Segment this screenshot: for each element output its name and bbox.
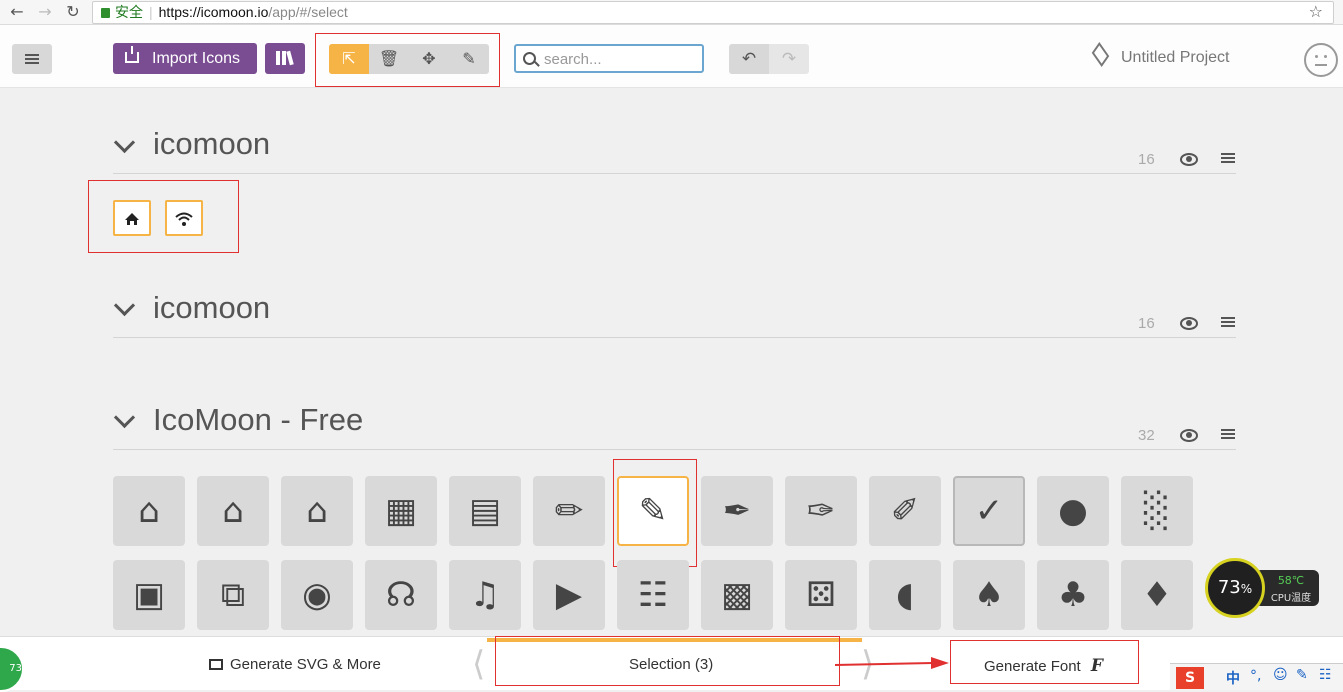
cpu-gauge: 73% bbox=[1205, 558, 1265, 618]
chevron-left-icon: ⟨ bbox=[472, 644, 486, 684]
home3-icon[interactable]: ⌂ bbox=[281, 476, 353, 546]
search-input[interactable] bbox=[544, 49, 694, 69]
set-divider bbox=[113, 337, 1236, 338]
eyedropper-icon[interactable]: ✓ bbox=[953, 476, 1025, 546]
cpu-temperature-widget: 58℃ CPU温度 73% bbox=[1205, 558, 1319, 618]
account-avatar-icon[interactable] bbox=[1304, 43, 1338, 77]
ime-keyboard-icon[interactable]: ☷ bbox=[1319, 667, 1332, 683]
set-icon-count: 16 bbox=[1138, 151, 1155, 168]
music-icon[interactable]: ♫ bbox=[449, 560, 521, 630]
collapse-chevron-icon[interactable] bbox=[113, 131, 136, 154]
set-menu-icon[interactable] bbox=[1221, 153, 1235, 165]
tray-badge-value: 73 bbox=[9, 663, 22, 674]
image-icon bbox=[209, 659, 223, 670]
ime-chinese-icon[interactable]: 中 bbox=[1226, 668, 1240, 688]
annotation-box-generate-font bbox=[950, 640, 1139, 684]
annotation-box-selection bbox=[495, 636, 840, 686]
headphones-icon[interactable]: ☊ bbox=[365, 560, 437, 630]
generate-svg-button[interactable]: Generate SVG & More bbox=[209, 656, 381, 673]
collapse-chevron-icon[interactable] bbox=[113, 406, 136, 429]
annotation-box-tools bbox=[315, 33, 500, 87]
spades-icon[interactable]: ♠ bbox=[953, 560, 1025, 630]
system-tray: S 中 °, ☺ ✎ ☷ bbox=[1170, 663, 1343, 690]
image-icon[interactable]: ▣ bbox=[113, 560, 185, 630]
undo-button[interactable]: ↶ bbox=[729, 44, 769, 74]
url-host: https://icomoon.io bbox=[158, 4, 269, 20]
droplet-icon[interactable]: ● bbox=[1037, 476, 1109, 546]
set-menu-icon[interactable] bbox=[1221, 317, 1235, 329]
blog-icon[interactable]: ✐ bbox=[869, 476, 941, 546]
security-label: 安全 bbox=[115, 4, 143, 20]
ime-logo-icon[interactable]: S bbox=[1176, 667, 1204, 689]
set-divider bbox=[113, 173, 1236, 174]
paint-format-icon[interactable]: ░ bbox=[1121, 476, 1193, 546]
ime-emoji-icon[interactable]: ☺ bbox=[1273, 667, 1288, 683]
import-icon bbox=[125, 46, 139, 63]
visibility-eye-icon[interactable] bbox=[1180, 429, 1198, 442]
annotation-arrow bbox=[834, 657, 949, 669]
diamonds-icon[interactable]: ♦ bbox=[1121, 560, 1193, 630]
cpu-temp: 58℃ bbox=[1277, 574, 1305, 587]
project-label: Untitled Project bbox=[1121, 49, 1230, 66]
search-icon bbox=[523, 52, 536, 65]
clubs-icon[interactable]: ♣ bbox=[1037, 560, 1109, 630]
quill-icon[interactable]: ✒ bbox=[701, 476, 773, 546]
search-box[interactable] bbox=[514, 44, 704, 73]
home-icon[interactable]: ⌂ bbox=[113, 476, 185, 546]
play-icon[interactable]: ▶ bbox=[533, 560, 605, 630]
ime-punct-icon[interactable]: °, bbox=[1250, 668, 1261, 684]
pen-icon[interactable]: ✑ bbox=[785, 476, 857, 546]
annotation-box-selected bbox=[88, 180, 239, 253]
set-menu-icon[interactable] bbox=[1221, 429, 1235, 441]
cpu-unit: % bbox=[1240, 582, 1253, 596]
url-separator: | bbox=[149, 4, 153, 20]
cpu-label: CPU温度 bbox=[1270, 593, 1312, 604]
set-icon-count: 16 bbox=[1138, 315, 1155, 332]
back-arrow-icon[interactable]: ← bbox=[8, 2, 26, 22]
set-icon-count: 32 bbox=[1138, 427, 1155, 444]
pacman-icon[interactable]: ◖ bbox=[869, 560, 941, 630]
project-selector[interactable]: Untitled Project bbox=[1091, 42, 1230, 67]
pencil-icon[interactable]: ✏ bbox=[533, 476, 605, 546]
video-camera-icon[interactable]: ▩ bbox=[701, 560, 773, 630]
set-title[interactable]: IcoMoon - Free bbox=[153, 402, 363, 438]
url-path: /app/#/select bbox=[268, 4, 348, 20]
visibility-eye-icon[interactable] bbox=[1180, 317, 1198, 330]
images-icon[interactable]: ⧉ bbox=[197, 560, 269, 630]
ime-pen-icon[interactable]: ✎ bbox=[1296, 667, 1308, 683]
generate-svg-label: Generate SVG & More bbox=[230, 656, 381, 673]
bookmark-star-icon[interactable]: ☆ bbox=[1309, 2, 1323, 21]
address-bar[interactable]: 安全 | https://icomoon.io/app/#/select bbox=[92, 1, 1334, 24]
annotation-box-pencil bbox=[613, 459, 697, 567]
film-icon[interactable]: ☷ bbox=[617, 560, 689, 630]
lock-icon bbox=[101, 8, 110, 18]
set-title[interactable]: icomoon bbox=[153, 126, 270, 162]
set-divider bbox=[113, 449, 1236, 450]
cpu-percent: 73 bbox=[1217, 577, 1241, 598]
visibility-eye-icon[interactable] bbox=[1180, 153, 1198, 166]
dice-icon[interactable]: ⚄ bbox=[785, 560, 857, 630]
reload-icon[interactable]: ↻ bbox=[64, 2, 82, 22]
forward-arrow-icon[interactable]: → bbox=[36, 2, 54, 22]
import-icons-label: Import Icons bbox=[152, 50, 241, 67]
import-icons-button[interactable]: Import Icons bbox=[113, 43, 257, 74]
office-icon[interactable]: ▦ bbox=[365, 476, 437, 546]
library-button[interactable] bbox=[265, 43, 305, 74]
camera-icon[interactable]: ◉ bbox=[281, 560, 353, 630]
home2-icon[interactable]: ⌂ bbox=[197, 476, 269, 546]
collapse-chevron-icon[interactable] bbox=[113, 294, 136, 317]
redo-button[interactable]: ↷ bbox=[769, 44, 809, 74]
main-menu-button[interactable] bbox=[12, 44, 52, 74]
set-title[interactable]: icomoon bbox=[153, 290, 270, 326]
newspaper-icon[interactable]: ▤ bbox=[449, 476, 521, 546]
